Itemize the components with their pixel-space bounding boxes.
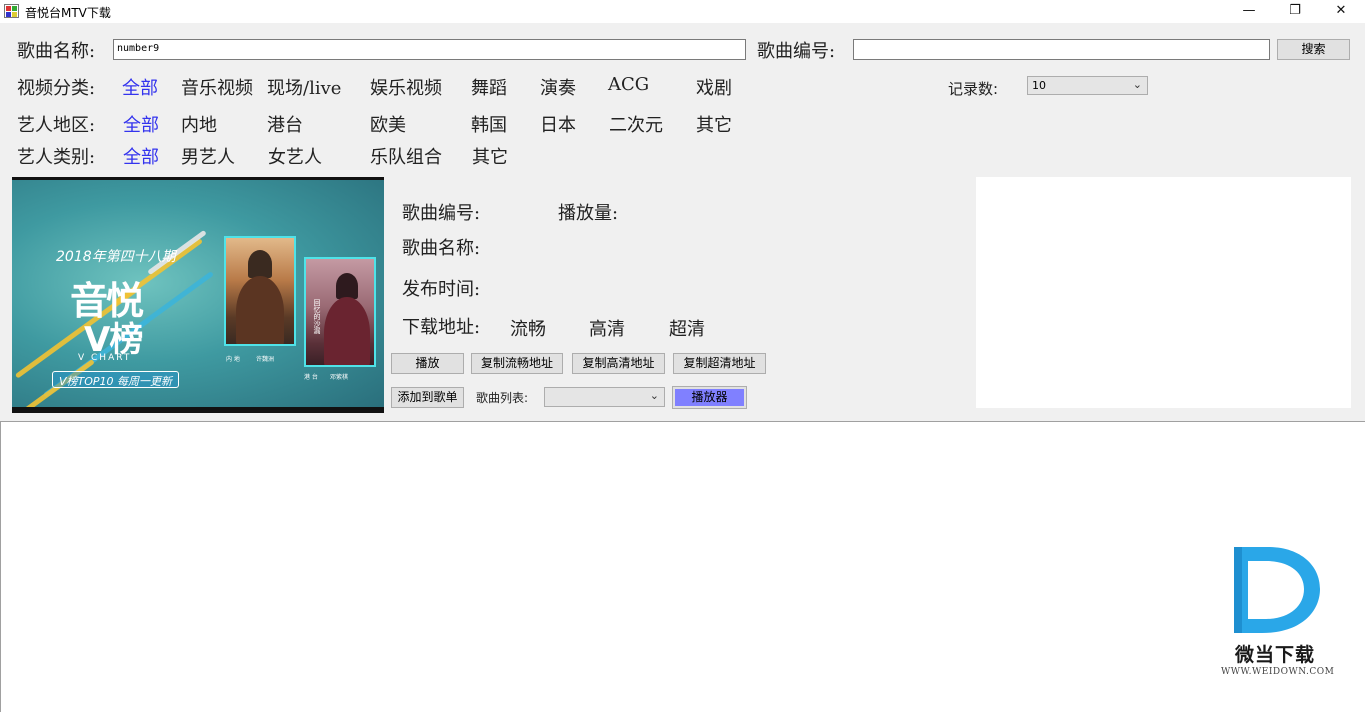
cover-caption-2-region: 港 台 — [304, 374, 318, 381]
category-drama-link[interactable]: 戏剧 — [696, 74, 732, 100]
record-count-label: 记录数: — [948, 80, 999, 98]
region-western-link[interactable]: 欧美 — [370, 111, 406, 137]
region-japan-link[interactable]: 日本 — [540, 111, 576, 137]
copy-hd-url-button[interactable]: 复制高清地址 — [572, 353, 665, 374]
cover-artwork: 2018年第四十八期 音悦 V榜 V CHART V榜TOP10 每周一更新 内… — [12, 180, 384, 407]
watermark-url: WWW.WEIDOWN.COM — [1221, 667, 1335, 677]
category-acg-link[interactable]: ACG — [608, 74, 649, 95]
type-all-link[interactable]: 全部 — [123, 143, 159, 169]
download-super-link[interactable]: 超清 — [669, 315, 705, 341]
category-performance-link[interactable]: 演奏 — [540, 74, 576, 100]
download-hd-link[interactable]: 高清 — [589, 315, 625, 341]
minimize-button[interactable]: — — [1226, 0, 1272, 23]
category-dance-link[interactable]: 舞蹈 — [471, 74, 507, 100]
chevron-down-icon: ⌄ — [1132, 78, 1142, 91]
region-hk-tw-link[interactable]: 港台 — [267, 111, 303, 137]
cover-caption-1-region: 内 地 — [226, 356, 240, 363]
song-name-input[interactable]: number9 — [113, 39, 746, 60]
artist-body — [324, 297, 370, 365]
add-to-playlist-button[interactable]: 添加到歌单 — [391, 387, 464, 408]
playlist-label: 歌曲列表: — [476, 391, 529, 405]
window-title: 音悦台MTV下载 — [25, 6, 111, 20]
preview-panel — [976, 177, 1351, 408]
artist-photo-2: 回忆的沙漏 — [304, 257, 376, 367]
cover-caption-1-name: 许魏洲 — [256, 356, 275, 363]
cover-tagline: V榜TOP10 每周一更新 — [52, 371, 180, 388]
download-smooth-link[interactable]: 流畅 — [510, 315, 546, 341]
artist-photo-1 — [224, 236, 296, 346]
song-id-label: 歌曲编号: — [757, 41, 836, 62]
detail-download-label: 下载地址: — [402, 317, 481, 338]
cover-image: 2018年第四十八期 音悦 V榜 V CHART V榜TOP10 每周一更新 内… — [12, 177, 384, 413]
artist-head — [248, 250, 272, 278]
song-name-label: 歌曲名称: — [17, 41, 96, 62]
type-female-link[interactable]: 女艺人 — [268, 143, 322, 169]
type-band-link[interactable]: 乐队组合 — [370, 143, 442, 169]
detail-song-name-label: 歌曲名称: — [402, 238, 481, 259]
song-id-input[interactable] — [853, 39, 1270, 60]
cover-issue-text: 2018年第四十八期 — [56, 249, 176, 265]
play-button[interactable]: 播放 — [391, 353, 464, 374]
watermark-name: 微当下载 — [1235, 644, 1316, 666]
cover-caption-2-name: 邓紫棋 — [330, 374, 349, 381]
category-live-link[interactable]: 现场/live — [267, 74, 341, 100]
main-panel: 歌曲名称: number9 歌曲编号: 搜索 视频分类: 全部 音乐视频 现场/… — [0, 23, 1365, 421]
record-count-select[interactable]: 10 ⌄ — [1027, 76, 1148, 95]
artist-head — [336, 273, 358, 299]
chevron-down-icon: ⌄ — [649, 389, 659, 402]
artist-body — [236, 276, 284, 344]
search-button[interactable]: 搜索 — [1277, 39, 1350, 60]
detail-play-count-label: 播放量: — [558, 203, 619, 224]
artist-region-label: 艺人地区: — [17, 115, 96, 136]
category-all-link[interactable]: 全部 — [122, 74, 158, 100]
detail-release-time-label: 发布时间: — [402, 279, 481, 300]
region-all-link[interactable]: 全部 — [123, 111, 159, 137]
copy-super-url-button[interactable]: 复制超清地址 — [673, 353, 766, 374]
region-other-link[interactable]: 其它 — [696, 111, 732, 137]
app-icon — [4, 4, 19, 18]
record-count-value: 10 — [1032, 79, 1046, 92]
player-button[interactable]: 播放器 — [672, 386, 747, 409]
region-mainland-link[interactable]: 内地 — [181, 111, 217, 137]
restore-button[interactable]: ❐ — [1272, 0, 1318, 23]
cover-vchart-text: V CHART — [78, 353, 132, 363]
region-2d-link[interactable]: 二次元 — [609, 111, 663, 137]
playlist-select[interactable]: ⌄ — [544, 387, 665, 407]
type-other-link[interactable]: 其它 — [472, 143, 508, 169]
category-music-video-link[interactable]: 音乐视频 — [181, 74, 253, 100]
video-category-label: 视频分类: — [17, 78, 96, 99]
cover-caption-2-vertical: 回忆的沙漏 — [313, 299, 321, 334]
copy-smooth-url-button[interactable]: 复制流畅地址 — [471, 353, 563, 374]
detail-song-id-label: 歌曲编号: — [402, 203, 481, 224]
results-area[interactable] — [0, 421, 1365, 712]
artist-type-label: 艺人类别: — [17, 147, 96, 168]
title-bar: 音悦台MTV下载 — ❐ ✕ — [0, 0, 1365, 23]
type-male-link[interactable]: 男艺人 — [181, 143, 235, 169]
region-korea-link[interactable]: 韩国 — [471, 111, 507, 137]
category-entertainment-link[interactable]: 娱乐视频 — [370, 74, 442, 100]
close-button[interactable]: ✕ — [1318, 0, 1364, 23]
